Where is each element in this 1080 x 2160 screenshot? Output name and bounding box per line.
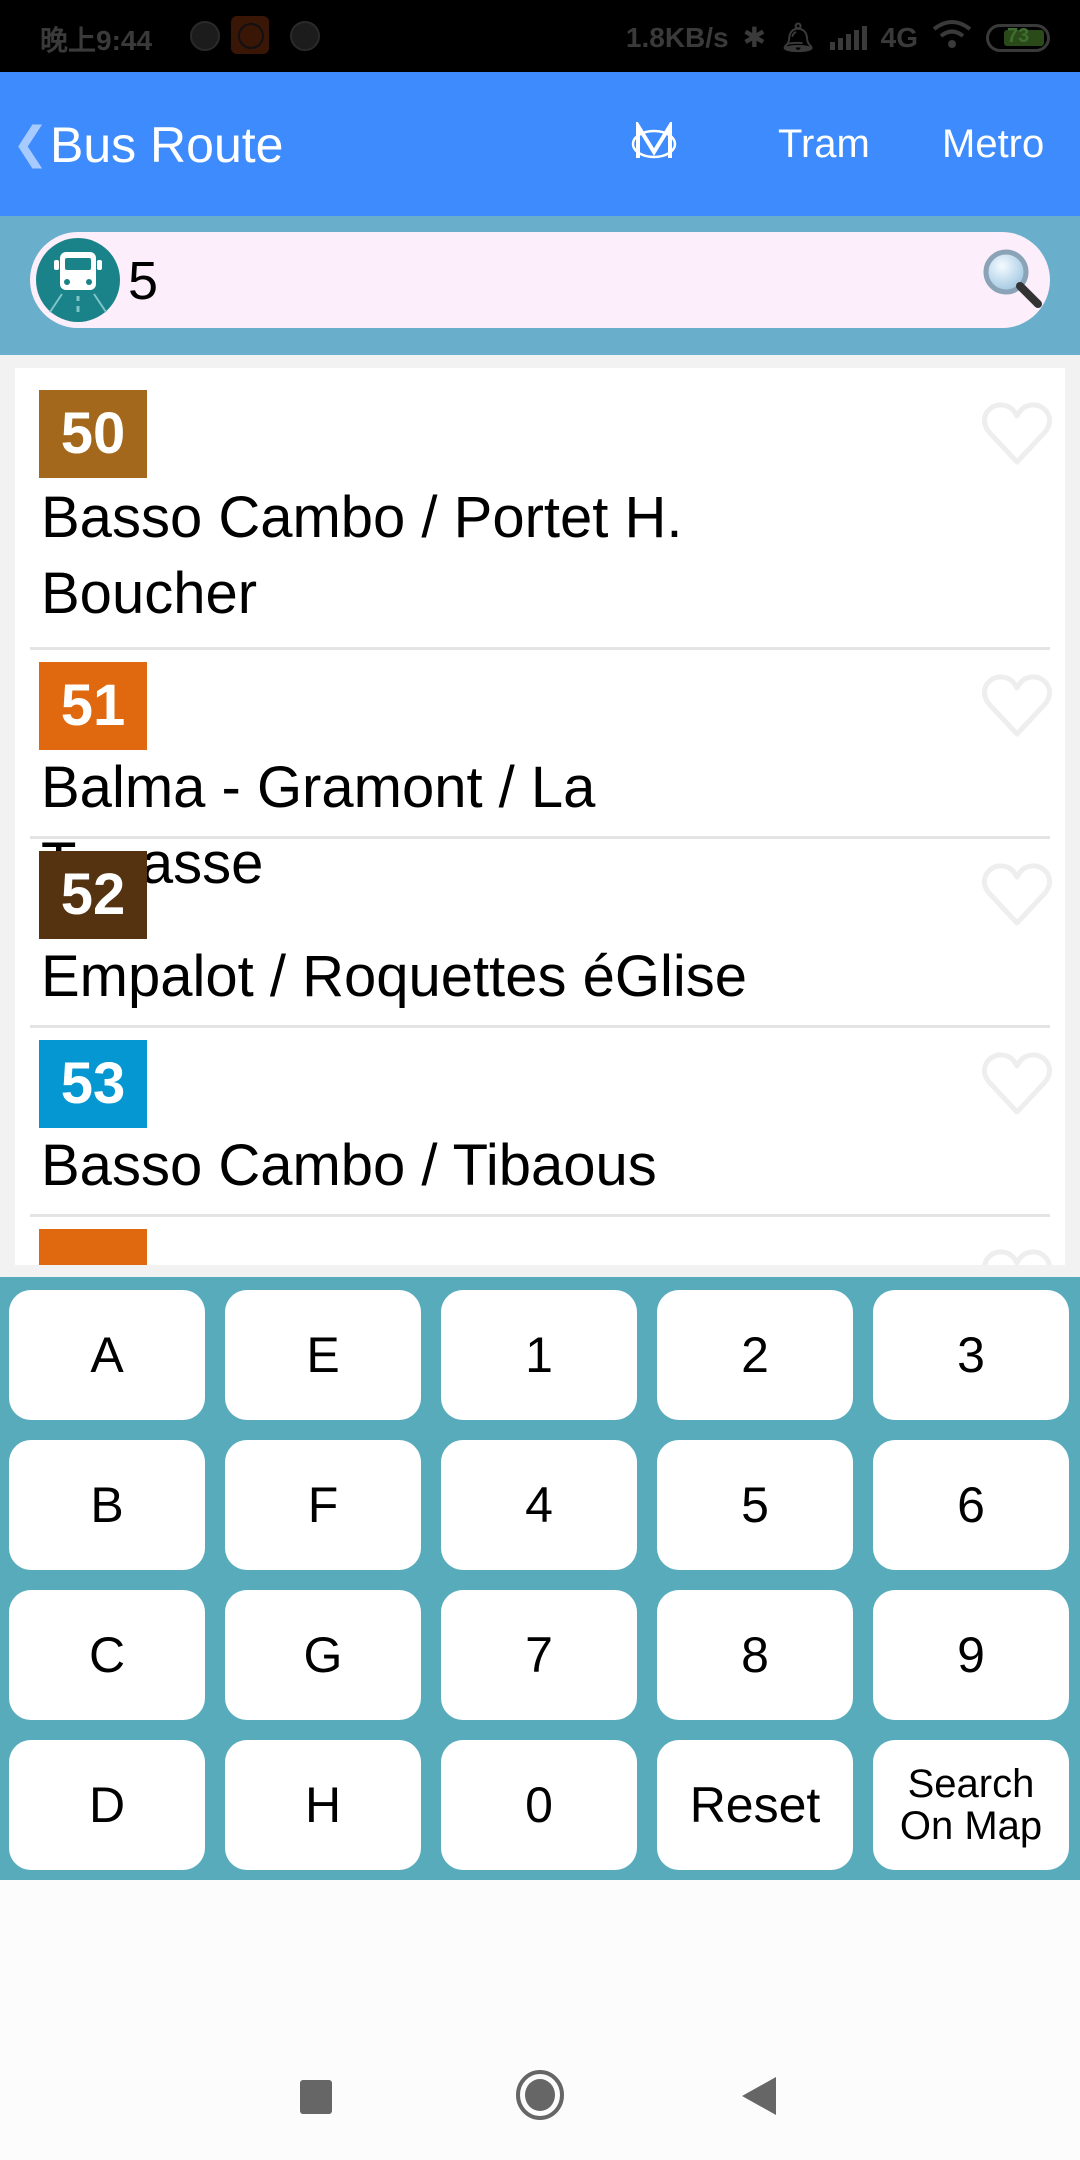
- mute-bell-icon: 🔔︎: [780, 22, 816, 53]
- key-8[interactable]: 8: [657, 1590, 853, 1720]
- wifi-icon: [932, 19, 972, 56]
- key-0[interactable]: 0: [441, 1740, 637, 1870]
- route-name: Basso Cambo / Portet H. Boucher: [41, 485, 683, 626]
- heart-icon[interactable]: [979, 670, 1055, 740]
- key-search-on-map[interactable]: Search On Map: [873, 1740, 1069, 1870]
- key-e[interactable]: E: [225, 1290, 421, 1420]
- route-name: Empalot / Roquettes éGlise: [41, 944, 748, 1009]
- key-4[interactable]: 4: [441, 1440, 637, 1570]
- route-list-area: 50 Basso Cambo / Portet H. Boucher 51 Ba…: [0, 355, 1080, 1277]
- heart-icon[interactable]: [979, 398, 1055, 468]
- page-title[interactable]: Bus Route: [50, 116, 283, 174]
- route-list[interactable]: 50 Basso Cambo / Portet H. Boucher 51 Ba…: [15, 368, 1065, 1265]
- route-badge: 51: [39, 662, 147, 750]
- notification-icon: [190, 21, 220, 51]
- key-a[interactable]: A: [9, 1290, 205, 1420]
- key-d[interactable]: D: [9, 1740, 205, 1870]
- divider: [30, 647, 1050, 650]
- battery-icon: 73: [986, 23, 1050, 52]
- key-f[interactable]: F: [225, 1440, 421, 1570]
- magnifier-icon[interactable]: [980, 246, 1046, 312]
- system-nav-bar: [0, 1880, 1080, 2160]
- key-6[interactable]: 6: [873, 1440, 1069, 1570]
- search-input[interactable]: [128, 250, 928, 312]
- route-name: Balma - Gramont / La Terrasse: [41, 755, 596, 896]
- app-screen: 晚上9:44 1.8KB/s ✱ 🔔︎ 4G 73 ❮ Bus Route Tr…: [0, 0, 1080, 2160]
- key-1[interactable]: 1: [441, 1290, 637, 1420]
- chevron-left-icon[interactable]: ❮: [12, 118, 49, 169]
- network-speed: 1.8KB/s: [625, 21, 729, 53]
- notification-icon: [290, 21, 320, 51]
- key-g[interactable]: G: [225, 1590, 421, 1720]
- metro-logo-icon[interactable]: [630, 118, 678, 162]
- tab-metro[interactable]: Metro: [942, 122, 1044, 167]
- heart-icon[interactable]: [979, 1048, 1055, 1118]
- route-name: Basso Cambo / Tibaous: [41, 1133, 657, 1198]
- key-9[interactable]: 9: [873, 1590, 1069, 1720]
- heart-icon[interactable]: [979, 1245, 1055, 1265]
- key-5[interactable]: 5: [657, 1440, 853, 1570]
- route-badge: 52: [39, 851, 147, 939]
- status-time: 晚上9:44: [40, 25, 153, 56]
- heart-icon[interactable]: [979, 859, 1055, 929]
- key-3[interactable]: 3: [873, 1290, 1069, 1420]
- divider: [30, 1025, 1050, 1028]
- route-badge: [39, 1229, 147, 1265]
- square-icon[interactable]: [300, 2080, 332, 2119]
- key-h[interactable]: H: [225, 1740, 421, 1870]
- app-header: ❮ Bus Route Tram Metro: [0, 72, 1080, 216]
- key-b[interactable]: B: [9, 1440, 205, 1570]
- search-field-container: [30, 232, 1050, 328]
- tab-tram[interactable]: Tram: [778, 122, 870, 167]
- key-reset[interactable]: Reset: [657, 1740, 853, 1870]
- route-badge: 50: [39, 390, 147, 478]
- divider: [30, 1214, 1050, 1217]
- triangle-back-icon[interactable]: [742, 2077, 776, 2120]
- status-bar: 晚上9:44 1.8KB/s ✱ 🔔︎ 4G 73: [0, 0, 1080, 72]
- mi-app-icon: [231, 16, 269, 54]
- bus-icon: [36, 238, 120, 322]
- battery-level: 73: [1007, 24, 1030, 47]
- bluetooth-icon: ✱: [742, 22, 767, 53]
- key-c[interactable]: C: [9, 1590, 205, 1720]
- status-indicators: 1.8KB/s ✱ 🔔︎ 4G 73: [626, 19, 1050, 56]
- divider: [30, 836, 1050, 839]
- circle-icon[interactable]: [516, 2070, 564, 2125]
- route-keypad: A E 1 2 3 B F 4 5 6 C G 7 8 9 D H 0 Reset Search On Map: [0, 1277, 1080, 1880]
- route-badge: 53: [39, 1040, 147, 1128]
- network-type: 4G: [880, 21, 918, 53]
- search-bar: [0, 216, 1080, 355]
- signal-icon: [829, 25, 867, 50]
- key-2[interactable]: 2: [657, 1290, 853, 1420]
- key-7[interactable]: 7: [441, 1590, 637, 1720]
